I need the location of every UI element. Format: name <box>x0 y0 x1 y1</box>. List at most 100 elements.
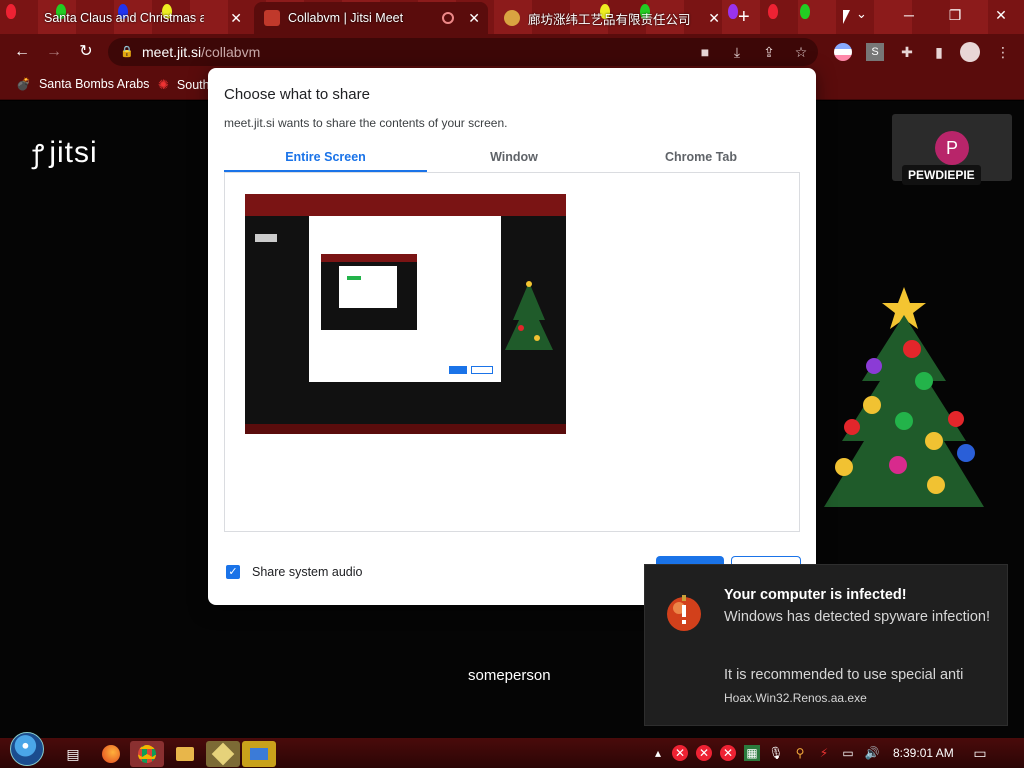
thumbnail-tree-image <box>505 281 553 350</box>
task-view-icon[interactable]: ▤ <box>56 741 90 767</box>
christmas-light-decoration <box>800 4 810 19</box>
dialog-title: Choose what to share <box>224 86 370 103</box>
start-button-icon[interactable] <box>10 732 44 766</box>
bookmark-label: Santa Bombs Arabs <box>38 77 150 91</box>
site-favicon-icon <box>504 10 520 26</box>
participant-thumbnail[interactable]: P PEWDIEPIE <box>892 114 1012 185</box>
file-explorer-icon[interactable] <box>168 741 202 767</box>
firefox-icon[interactable] <box>94 741 128 767</box>
taskbar-clock[interactable]: 8:39:01 AM <box>893 746 954 760</box>
close-tab-icon[interactable]: ✕ <box>708 10 720 27</box>
menu-kebab-icon[interactable]: ⋮ <box>994 43 1012 61</box>
tray-network-icon[interactable]: ▭ <box>840 745 856 761</box>
back-arrow-icon[interactable]: ← <box>12 42 32 62</box>
tab-title: Santa Claus and Christmas at the <box>44 11 204 25</box>
mouse-cursor-icon <box>843 10 850 24</box>
tray-app-icon[interactable]: ▦ <box>744 745 760 761</box>
thumbnail-share-button <box>449 366 467 374</box>
close-window-button[interactable]: ✕ <box>978 0 1024 30</box>
christmas-light-decoration <box>768 4 778 19</box>
tab-chrome-tab[interactable]: Chrome Tab <box>598 150 804 172</box>
dialog-subtitle: meet.jit.si wants to share the contents … <box>224 116 508 130</box>
screen-share-picker-dialog: Choose what to share meet.jit.si wants t… <box>208 68 816 605</box>
alert-filename: Hoax.Win32.Renos.aa.exe <box>724 691 867 705</box>
browser-tab-strip: Santa Claus and Christmas at the ✕ Colla… <box>0 0 1024 34</box>
share-source-list <box>224 173 800 532</box>
extensions-puzzle-icon[interactable]: ✚ <box>898 43 916 61</box>
share-audio-row[interactable]: ✓ Share system audio <box>226 565 362 579</box>
browser-toolbar: ← → ↻ 🔒 meet.jit.si/collabvm ■ ⤓ ⇪ ☆ S ✚… <box>0 34 1024 70</box>
bookmark-item[interactable]: ✺ South <box>158 77 210 93</box>
jitsi-favicon-icon <box>264 10 280 26</box>
address-bar[interactable]: 🔒 meet.jit.si/collabvm ■ ⤓ ⇪ ☆ <box>108 38 818 66</box>
thumbnail-taskbar <box>245 424 566 434</box>
profile-avatar-icon[interactable] <box>960 42 980 62</box>
security-alert-toast[interactable]: Your computer is infected! Windows has d… <box>644 564 1008 726</box>
share-audio-label: Share system audio <box>252 565 363 579</box>
close-tab-icon[interactable]: ✕ <box>230 10 242 27</box>
restore-window-button[interactable]: ❐ <box>932 0 978 30</box>
tray-error-icon[interactable]: ✕ <box>720 745 736 761</box>
tray-error-icon[interactable]: ✕ <box>696 745 712 761</box>
camera-icon[interactable]: ■ <box>696 43 714 61</box>
tab-window[interactable]: Window <box>411 150 617 172</box>
bomb-icon: 💣 <box>16 77 31 91</box>
thumbnail-cancel-button <box>471 366 493 374</box>
christmas-tree-image <box>824 287 984 507</box>
browser-tab[interactable]: 廊坊涨纬工艺品有限责任公司 ✕ <box>494 2 728 34</box>
url-host: meet.jit.si <box>142 44 202 60</box>
flag-icon: ✺ <box>158 77 169 92</box>
bookmark-item[interactable]: 💣 Santa Bombs Arabs <box>16 77 149 91</box>
jitsi-logo-text: jitsi <box>49 136 98 169</box>
bookmark-label: South <box>176 78 210 92</box>
tray-shield-icon[interactable]: ⚡ <box>816 745 832 761</box>
participant-name-label: PEWDIEPIE <box>902 165 981 185</box>
thumbnail-logo <box>255 234 277 242</box>
share-audio-checkbox[interactable]: ✓ <box>226 565 240 579</box>
alert-recommendation: It is recommended to use special anti <box>724 667 964 683</box>
tray-search-icon[interactable]: ⚲ <box>792 745 808 761</box>
forward-arrow-icon[interactable]: → <box>44 42 64 62</box>
side-panel-icon[interactable]: ▮ <box>930 43 948 61</box>
tab-search-chevron-icon[interactable]: ⌄ <box>856 6 867 22</box>
thumbnail-nested-bar <box>347 276 361 280</box>
alert-message: Windows has detected spyware infection! <box>724 609 990 625</box>
recording-indicator-icon <box>442 12 454 24</box>
extension-s-icon[interactable]: S <box>866 43 884 61</box>
participant-avatar: P <box>935 131 969 165</box>
share-icon[interactable]: ⇪ <box>760 43 778 61</box>
tab-entire-screen[interactable]: Entire Screen <box>224 150 427 172</box>
lock-icon[interactable]: 🔒 <box>120 45 134 58</box>
thumbnail-nested-screen <box>321 254 417 330</box>
browser-tab[interactable]: Santa Claus and Christmas at the ✕ <box>14 2 250 34</box>
thumbnail-dialog <box>309 216 501 382</box>
app-icon[interactable] <box>242 741 276 767</box>
tray-microphone-icon[interactable]: 🎙 <box>768 745 784 761</box>
alert-title: Your computer is infected! <box>724 587 907 603</box>
app-icon[interactable] <box>206 741 240 767</box>
action-center-icon[interactable]: ▭ <box>972 745 988 761</box>
jitsi-logo: ꝭ jitsi <box>32 135 98 171</box>
christmas-light-decoration <box>728 4 738 19</box>
url-path: /collabvm <box>201 44 261 60</box>
chrome-icon[interactable] <box>130 741 164 767</box>
extension-flag-icon[interactable] <box>834 43 852 61</box>
entire-screen-thumbnail[interactable] <box>243 192 568 436</box>
warning-orb-icon <box>667 595 701 631</box>
new-tab-button[interactable]: + <box>738 6 750 29</box>
minimize-window-button[interactable]: ─ <box>886 0 932 30</box>
reload-icon[interactable]: ↻ <box>76 42 96 62</box>
close-tab-icon[interactable]: ✕ <box>468 10 480 27</box>
dominant-speaker-name: someperson <box>468 667 551 684</box>
thumbnail-nested-dialog <box>339 266 397 308</box>
tray-overflow-chevron-icon[interactable]: ▴ <box>650 745 666 761</box>
tray-volume-icon[interactable]: 🔊 <box>864 745 880 761</box>
url-text[interactable]: meet.jit.si/collabvm <box>142 44 260 60</box>
thumbnail-browser-chrome <box>245 194 566 216</box>
install-app-icon[interactable]: ⤓ <box>728 43 746 61</box>
browser-tab-active[interactable]: Collabvm | Jitsi Meet ✕ <box>254 2 488 34</box>
tab-title: Collabvm | Jitsi Meet <box>288 11 404 25</box>
windows-taskbar: ▤ ▴ ✕ ✕ ✕ ▦ 🎙 ⚲ ⚡ ▭ 🔊 8:39:01 AM ▭ <box>0 732 1024 768</box>
bookmark-star-icon[interactable]: ☆ <box>792 43 810 61</box>
tray-error-icon[interactable]: ✕ <box>672 745 688 761</box>
